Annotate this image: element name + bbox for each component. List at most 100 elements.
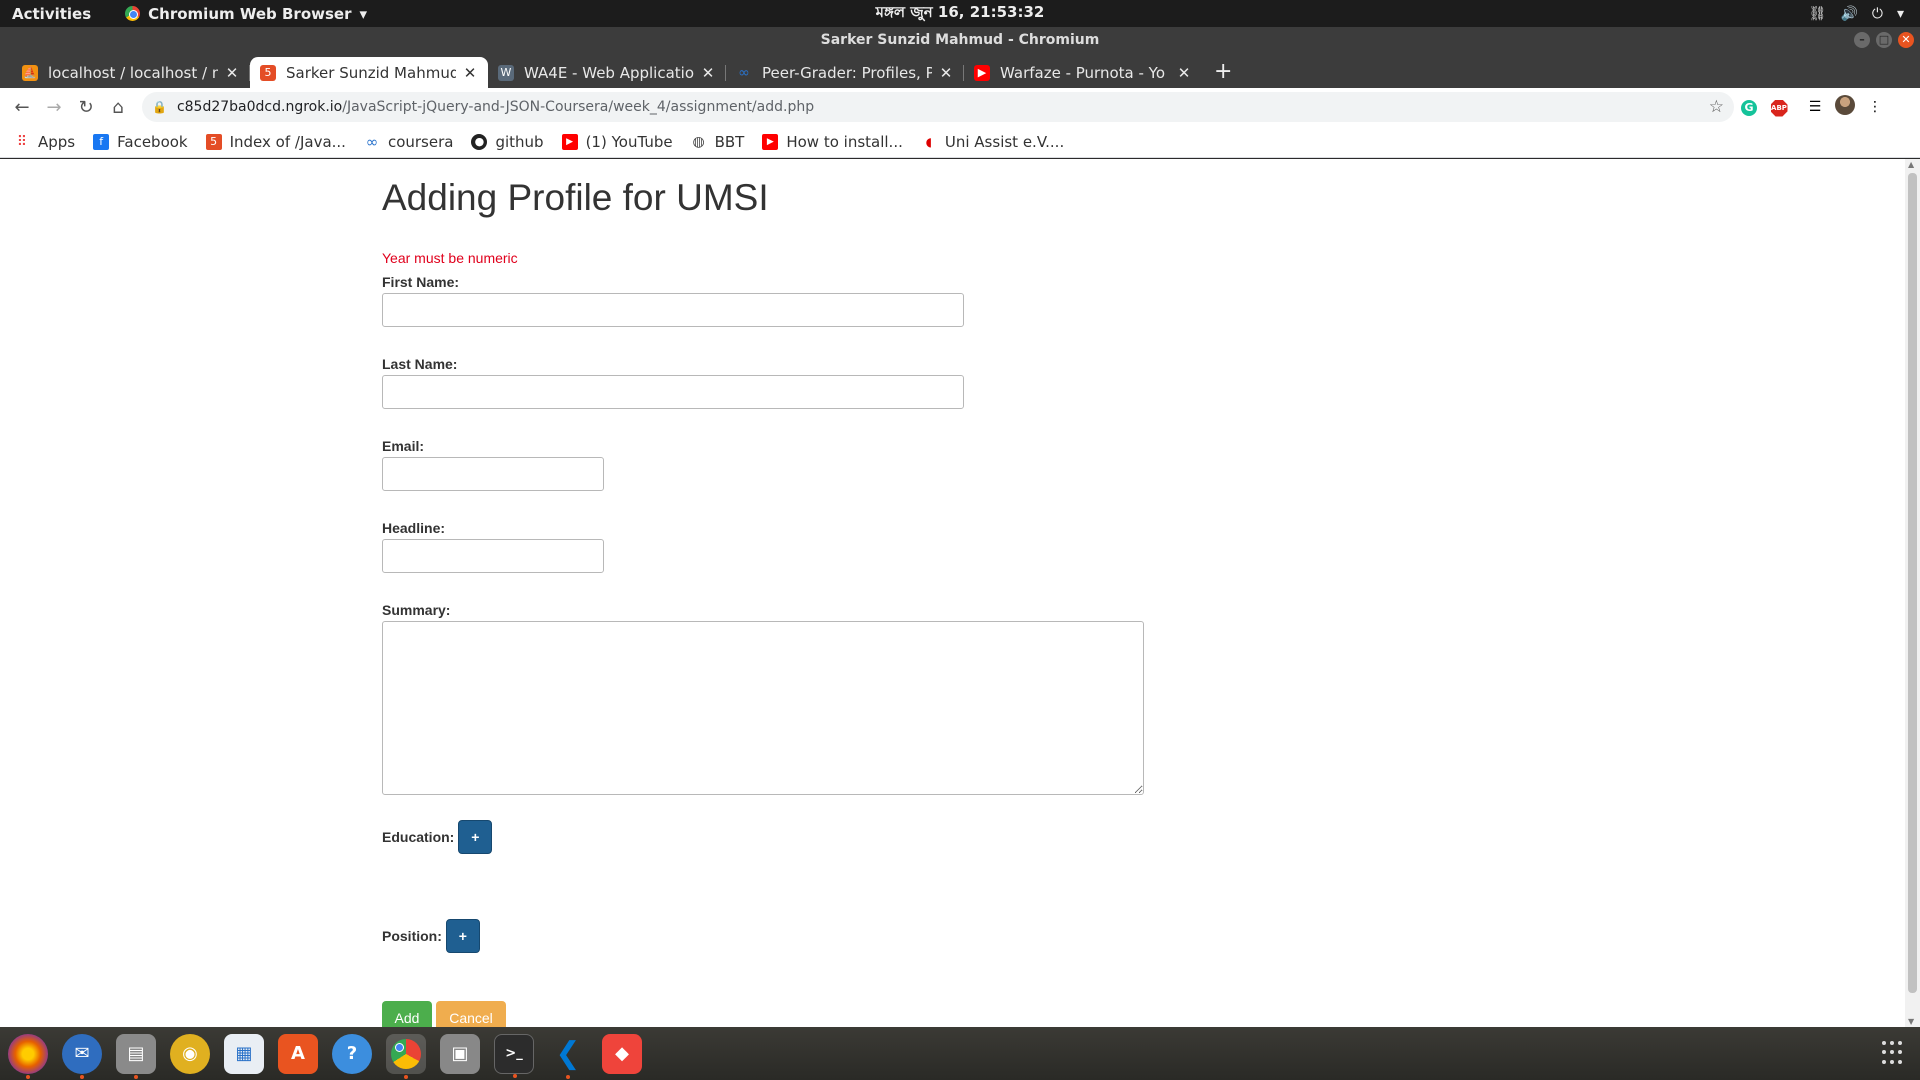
clock[interactable]: মঙ্গল জুন 16, 21:53:32 xyxy=(876,1,1045,26)
bookmark-facebook[interactable]: f Facebook xyxy=(93,133,188,151)
avatar[interactable] xyxy=(1830,95,1860,119)
bookmark-label: BBT xyxy=(714,132,745,151)
summary-label: Summary: xyxy=(382,602,451,618)
phpmyadmin-icon: ⛵ xyxy=(22,64,38,81)
tab-sarker-sunzid-mahmud[interactable]: 5 Sarker Sunzid Mahmud ✕ xyxy=(250,57,488,88)
bookmark-youtube[interactable]: ▶ (1) YouTube xyxy=(561,133,673,151)
app-menu[interactable]: Chromium Web Browser ▾ xyxy=(125,5,367,23)
terminal-icon[interactable]: >_ xyxy=(494,1033,534,1078)
adblock-plus-icon[interactable]: ABP xyxy=(1764,98,1794,117)
reload-icon[interactable]: ↻ xyxy=(70,97,102,118)
bookmark-star-icon[interactable]: ☆ xyxy=(1709,97,1724,117)
back-icon[interactable]: ← xyxy=(6,97,38,118)
files-icon[interactable]: ▤ xyxy=(116,1033,156,1079)
youtube-icon: ▶ xyxy=(974,64,990,81)
email-label: Email: xyxy=(382,438,425,454)
tab-title: WA4E - Web Applications xyxy=(524,63,694,82)
minimize-button[interactable]: – xyxy=(1854,32,1870,48)
chevron-down-icon: ▾ xyxy=(359,4,368,23)
education-label: Education: xyxy=(382,829,455,845)
github-icon: ● xyxy=(471,133,488,150)
coursera-icon: ∞ xyxy=(738,64,750,81)
url-path: /JavaScript-jQuery-and-JSON-Coursera/wee… xyxy=(342,99,815,115)
window-title: Sarker Sunzid Mahmud - Chromium xyxy=(820,32,1100,48)
grammarly-icon[interactable]: G xyxy=(1734,99,1764,116)
show-applications-icon[interactable] xyxy=(1882,1041,1906,1065)
thunderbird-icon[interactable]: ✉ xyxy=(62,1033,102,1079)
bookmark-index-of-java[interactable]: 5 Index of /Java... xyxy=(205,133,346,151)
page-title: Adding Profile for UMSI xyxy=(382,177,769,218)
headline-label: Headline: xyxy=(382,520,446,536)
bookmark-label: github xyxy=(495,132,544,151)
close-icon[interactable]: ✕ xyxy=(462,64,478,82)
last-name-field[interactable] xyxy=(382,375,964,409)
volume-icon: 🔊 xyxy=(1840,5,1858,22)
wa4e-icon: W xyxy=(498,64,514,81)
lock-icon[interactable]: 🔒 xyxy=(152,100,167,114)
tab-title: Peer-Grader: Profiles, Pos xyxy=(762,63,932,82)
screenshot-icon[interactable]: ▣ xyxy=(440,1033,480,1074)
system-tray[interactable]: ⛓ 🔊 ⏻ ▾ xyxy=(1809,6,1904,22)
summary-textarea[interactable] xyxy=(382,621,1144,795)
first-name-field[interactable] xyxy=(382,293,964,327)
activities-button[interactable]: Activities xyxy=(12,5,91,23)
bookmark-label: How to install... xyxy=(786,132,903,151)
page-viewport: Adding Profile for UMSI Year must be num… xyxy=(0,159,1920,1027)
vscode-icon[interactable]: ❮ xyxy=(548,1034,588,1079)
close-icon[interactable]: ✕ xyxy=(224,64,240,82)
new-tab-button[interactable]: + xyxy=(1214,59,1232,84)
home-icon[interactable]: ⌂ xyxy=(102,97,134,118)
tab-peer-grader[interactable]: ∞ Peer-Grader: Profiles, Pos ✕ xyxy=(726,57,964,88)
bookmark-label: coursera xyxy=(387,132,454,151)
taskbar-dock: ✉ ▤ ◉ ▦ A ? ▣ >_ ❮ ◆ xyxy=(0,1027,1920,1080)
url-host: c85d27ba0dcd.ngrok.io xyxy=(176,99,343,115)
firefox-icon[interactable] xyxy=(8,1033,48,1079)
email-field[interactable] xyxy=(382,457,604,491)
scrollbar-thumb[interactable] xyxy=(1908,173,1917,993)
tab-youtube-warfaze[interactable]: ▶ Warfaze - Purnota - Yo ✕ xyxy=(964,57,1202,88)
profile-form: Adding Profile for UMSI Year must be num… xyxy=(382,159,1282,1027)
error-message: Year must be numeric xyxy=(382,250,518,266)
tab-wa4e[interactable]: W WA4E - Web Applications ✕ xyxy=(488,57,726,88)
bookmark-how-to-install[interactable]: ▶ How to install... xyxy=(762,133,903,151)
close-icon[interactable]: ✕ xyxy=(938,64,954,82)
html-icon: 5 xyxy=(260,64,276,81)
tab-title: Warfaze - Purnota - Yo xyxy=(1000,63,1165,82)
chromium-icon[interactable] xyxy=(386,1033,426,1079)
window-controls: – □ ✕ xyxy=(1854,32,1914,48)
software-center-icon[interactable]: A xyxy=(278,1033,318,1074)
menu-kebab-icon[interactable]: ⋮ xyxy=(1860,99,1890,115)
add-education-button[interactable]: + xyxy=(458,820,493,854)
page-scrollbar[interactable]: ▲ ▼ xyxy=(1905,159,1920,1027)
bookmark-apps[interactable]: ⠿ Apps xyxy=(14,133,75,151)
bookmark-github[interactable]: ● github xyxy=(471,132,544,151)
cancel-button[interactable]: Cancel xyxy=(436,1001,506,1027)
help-icon[interactable]: ? xyxy=(332,1033,372,1074)
globe-icon: ◍ xyxy=(692,133,705,150)
media-control-icon[interactable]: ☰ xyxy=(1800,99,1830,115)
bookmark-label: Uni Assist e.V.... xyxy=(944,132,1065,151)
scroll-down-icon[interactable]: ▼ xyxy=(1908,1017,1914,1026)
bookmark-coursera[interactable]: ∞ coursera xyxy=(364,133,454,151)
libreoffice-writer-icon[interactable]: ▦ xyxy=(224,1033,264,1074)
scroll-up-icon[interactable]: ▲ xyxy=(1908,160,1914,169)
maximize-button[interactable]: □ xyxy=(1876,32,1892,48)
close-window-button[interactable]: ✕ xyxy=(1898,32,1914,48)
address-bar[interactable]: 🔒 c85d27ba0dcd.ngrok.io /JavaScript-jQue… xyxy=(142,92,1734,122)
facebook-icon: f xyxy=(93,133,110,150)
bookmark-bbt[interactable]: ◍ BBT xyxy=(691,132,745,151)
anydesk-icon[interactable]: ◆ xyxy=(602,1033,642,1074)
tab-strip: ⛵ localhost / localhost / mis ✕ 5 Sarker… xyxy=(0,53,1920,88)
rhythmbox-icon[interactable]: ◉ xyxy=(170,1033,210,1074)
education-row: Education: + xyxy=(382,820,1282,854)
tab-phpmyadmin[interactable]: ⛵ localhost / localhost / mis ✕ xyxy=(12,57,250,88)
add-button[interactable]: Add xyxy=(382,1001,432,1027)
forward-icon[interactable]: → xyxy=(38,97,70,118)
close-icon[interactable]: ✕ xyxy=(700,64,716,82)
add-position-button[interactable]: + xyxy=(445,919,480,953)
close-icon[interactable]: ✕ xyxy=(1176,64,1192,82)
bookmark-uni-assist[interactable]: ◖ Uni Assist e.V.... xyxy=(921,132,1065,151)
headline-field[interactable] xyxy=(382,539,604,573)
youtube-icon: ▶ xyxy=(762,133,779,150)
window-titlebar: Sarker Sunzid Mahmud - Chromium – □ ✕ xyxy=(0,27,1920,53)
